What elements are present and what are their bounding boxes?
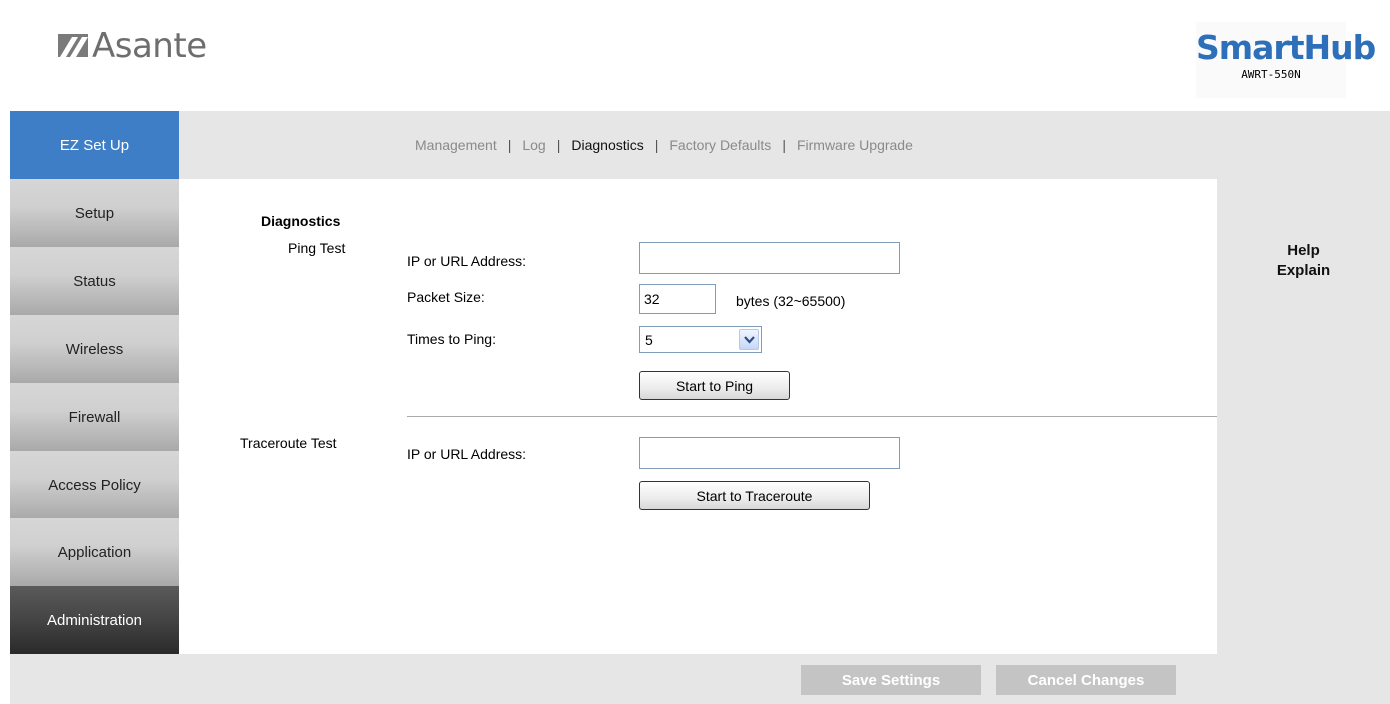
footer-bar: Save Settings Cancel Changes bbox=[10, 654, 1390, 704]
times-to-ping-label: Times to Ping: bbox=[407, 331, 496, 347]
start-traceroute-button[interactable]: Start to Traceroute bbox=[639, 481, 870, 510]
sidebar-item-access-policy[interactable]: Access Policy bbox=[10, 451, 179, 519]
traceroute-address-label: IP or URL Address: bbox=[407, 446, 527, 462]
start-ping-button[interactable]: Start to Ping bbox=[639, 371, 790, 400]
sidebar-item-wireless[interactable]: Wireless bbox=[10, 315, 179, 383]
brand-name: SmartHub bbox=[1196, 28, 1376, 67]
packet-size-input[interactable] bbox=[639, 284, 716, 314]
sidebar-nav: EZ Set Up Setup Status Wireless Firewall… bbox=[10, 111, 179, 654]
sidebar-item-setup[interactable]: Setup bbox=[10, 179, 179, 247]
product-brand: SmartHub AWRT-550N bbox=[1196, 22, 1376, 98]
sidebar-item-administration[interactable]: Administration bbox=[10, 586, 179, 654]
help-panel: Help Explain bbox=[1217, 179, 1390, 654]
diagnostics-panel: Diagnostics Ping Test IP or URL Address:… bbox=[179, 179, 1217, 654]
ping-test-label: Ping Test bbox=[288, 240, 346, 256]
sidebar-item-application[interactable]: Application bbox=[10, 518, 179, 586]
tab-factory-defaults[interactable]: Factory Defaults bbox=[669, 137, 771, 153]
traceroute-test-label: Traceroute Test bbox=[240, 435, 337, 451]
traceroute-address-input[interactable] bbox=[639, 437, 900, 469]
asante-logo-icon bbox=[58, 34, 88, 57]
asante-logo[interactable]: Asante bbox=[56, 26, 207, 66]
admin-tabs: Management | Log | Diagnostics | Factory… bbox=[415, 111, 913, 179]
section-title: Diagnostics bbox=[261, 213, 341, 229]
ping-address-input[interactable] bbox=[639, 242, 900, 274]
times-to-ping-value: 5 bbox=[645, 331, 653, 348]
tab-log[interactable]: Log bbox=[522, 137, 545, 153]
header: Asante SmartHub AWRT-550N bbox=[0, 0, 1390, 111]
tab-firmware-upgrade[interactable]: Firmware Upgrade bbox=[797, 137, 913, 153]
chevron-down-icon[interactable] bbox=[739, 329, 759, 350]
tab-management[interactable]: Management bbox=[415, 137, 497, 153]
tab-bar: Management | Log | Diagnostics | Factory… bbox=[179, 111, 1390, 179]
help-subtitle: Explain bbox=[1276, 262, 1331, 279]
section-divider bbox=[407, 416, 1217, 417]
packet-size-unit: bytes (32~65500) bbox=[736, 293, 846, 309]
sidebar-item-firewall[interactable]: Firewall bbox=[10, 383, 179, 451]
save-settings-button[interactable]: Save Settings bbox=[801, 665, 981, 695]
times-to-ping-select[interactable]: 5 bbox=[639, 326, 762, 353]
sidebar-item-status[interactable]: Status bbox=[10, 247, 179, 315]
cancel-changes-button[interactable]: Cancel Changes bbox=[996, 665, 1176, 695]
sidebar-item-ez-setup[interactable]: EZ Set Up bbox=[10, 111, 179, 179]
brand-model: AWRT-550N bbox=[1241, 68, 1301, 81]
tab-separator: | bbox=[507, 137, 512, 153]
logo-text: Asante bbox=[92, 26, 207, 66]
tab-diagnostics[interactable]: Diagnostics bbox=[571, 137, 643, 153]
ping-address-label: IP or URL Address: bbox=[407, 253, 527, 269]
packet-size-label: Packet Size: bbox=[407, 289, 485, 305]
tab-separator: | bbox=[782, 137, 786, 153]
tab-separator: | bbox=[654, 137, 659, 153]
help-title: Help bbox=[1287, 242, 1320, 259]
tab-separator: | bbox=[556, 137, 561, 153]
